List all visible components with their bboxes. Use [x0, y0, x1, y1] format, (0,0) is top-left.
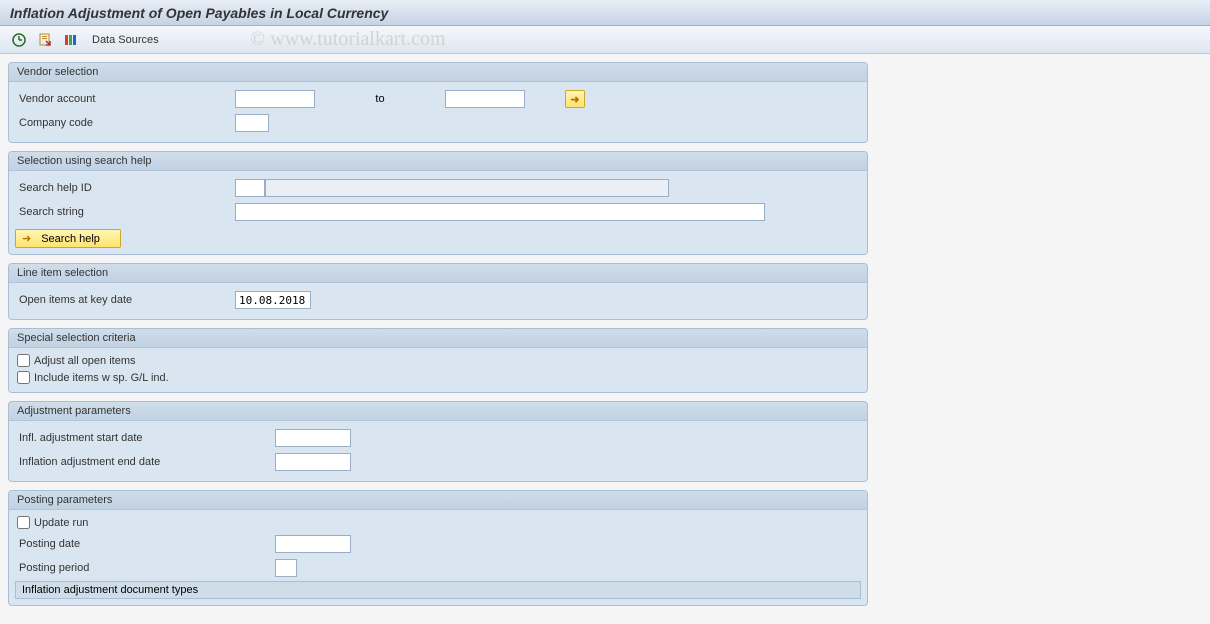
get-variant-icon[interactable] — [36, 31, 54, 49]
group-title-vendor: Vendor selection — [9, 63, 867, 82]
group-line-item: Line item selection Open items at key da… — [8, 263, 868, 320]
group-posting-params: Posting parameters Update run Posting da… — [8, 490, 868, 606]
posting-date-input[interactable] — [275, 535, 351, 553]
group-adjustment-params: Adjustment parameters Infl. adjustment s… — [8, 401, 868, 482]
adjust-all-checkbox[interactable] — [17, 354, 30, 367]
app-toolbar: Data Sources — [0, 26, 1210, 54]
group-title-adjustment: Adjustment parameters — [9, 402, 867, 421]
open-items-date-label: Open items at key date — [15, 294, 235, 306]
execute-icon[interactable] — [10, 31, 28, 49]
data-sources-label[interactable]: Data Sources — [92, 34, 159, 46]
title-bar: Inflation Adjustment of Open Payables in… — [0, 0, 1210, 26]
arrow-right-icon: ➜ — [22, 232, 31, 245]
update-run-label: Update run — [34, 517, 88, 529]
group-search-help: Selection using search help Search help … — [8, 151, 868, 255]
adjust-all-label: Adjust all open items — [34, 355, 136, 367]
search-string-input[interactable] — [235, 203, 765, 221]
update-run-checkbox[interactable] — [17, 516, 30, 529]
vendor-account-from-input[interactable] — [235, 90, 315, 108]
company-code-input[interactable] — [235, 114, 269, 132]
content-area: Vendor selection Vendor account to ➜ Com… — [0, 54, 876, 614]
vendor-account-range-button[interactable]: ➜ — [565, 90, 585, 108]
include-sp-gl-checkbox[interactable] — [17, 371, 30, 384]
search-help-id-input[interactable] — [235, 179, 265, 197]
doc-types-label: Inflation adjustment document types — [22, 584, 198, 596]
company-code-label: Company code — [15, 117, 235, 129]
adj-end-date-input[interactable] — [275, 453, 351, 471]
search-help-id-label: Search help ID — [15, 182, 235, 194]
open-items-date-input[interactable] — [235, 291, 311, 309]
adj-start-date-input[interactable] — [275, 429, 351, 447]
vendor-account-to-input[interactable] — [445, 90, 525, 108]
search-string-label: Search string — [15, 206, 235, 218]
arrow-right-icon: ➜ — [570, 93, 579, 106]
posting-period-input[interactable] — [275, 559, 297, 577]
posting-date-label: Posting date — [15, 538, 275, 550]
selection-options-icon[interactable] — [62, 31, 80, 49]
page-title: Inflation Adjustment of Open Payables in… — [10, 5, 388, 21]
group-vendor-selection: Vendor selection Vendor account to ➜ Com… — [8, 62, 868, 143]
group-title-search-help: Selection using search help — [9, 152, 867, 171]
to-label: to — [365, 93, 395, 105]
include-sp-gl-label: Include items w sp. G/L ind. — [34, 372, 169, 384]
search-help-button-label: Search help — [41, 233, 100, 245]
group-special-criteria: Special selection criteria Adjust all op… — [8, 328, 868, 393]
vendor-account-label: Vendor account — [15, 93, 235, 105]
search-help-id-desc-input — [265, 179, 669, 197]
doc-types-section: Inflation adjustment document types — [15, 581, 861, 599]
group-title-posting: Posting parameters — [9, 491, 867, 510]
posting-period-label: Posting period — [15, 562, 275, 574]
search-help-button[interactable]: ➜ Search help — [15, 229, 121, 248]
group-title-special: Special selection criteria — [9, 329, 867, 348]
adj-start-date-label: Infl. adjustment start date — [15, 432, 275, 444]
adj-end-date-label: Inflation adjustment end date — [15, 456, 275, 468]
group-title-line-item: Line item selection — [9, 264, 867, 283]
